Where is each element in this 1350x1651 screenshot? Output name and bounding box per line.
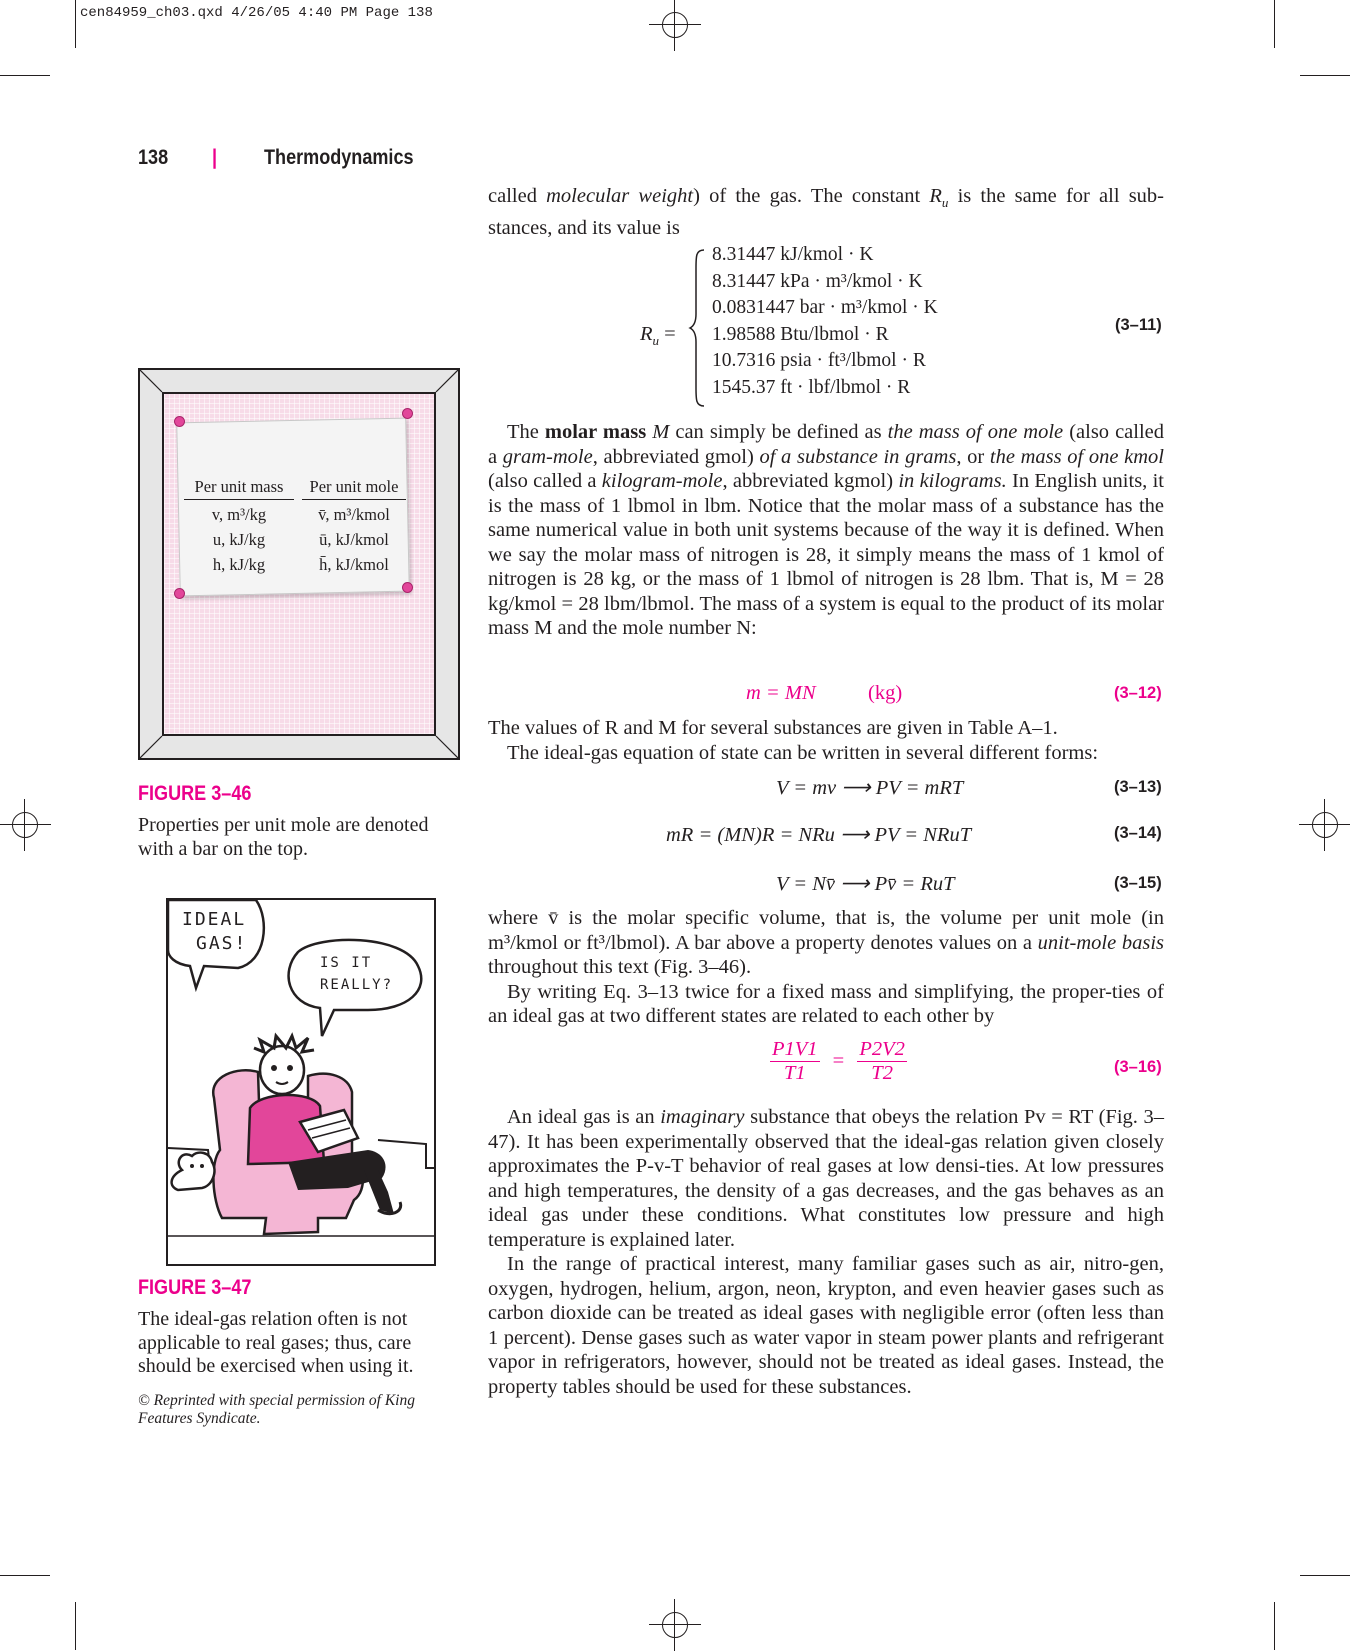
figure-3-47-cartoon: IDEAL GAS! IS IT REALLY?	[166, 898, 436, 1266]
eq-3-12-number: (3–12)	[1114, 684, 1162, 702]
eq-3-13: V = mv ⟶ PV = mRT	[776, 777, 964, 799]
paragraph-6: An ideal gas is an imaginary substance t…	[488, 1106, 1164, 1398]
paragraph-2: The values of R and M for several substa…	[488, 717, 1099, 764]
eq-3-16: P1V1 T1 = P2V2 T2	[770, 1038, 907, 1084]
table-cell: h, kJ/kg	[212, 555, 266, 574]
eq-3-15: V = Nv̄ ⟶ Pv̄ = RuT	[776, 873, 955, 895]
eq-3-13-number: (3–13)	[1114, 778, 1162, 796]
registration-mark	[1299, 799, 1350, 851]
push-pin-icon	[174, 588, 185, 599]
crop-mark	[1274, 0, 1275, 48]
figure-47-caption: The ideal-gas relation often is not appl…	[138, 1308, 414, 1377]
crop-mark	[75, 1602, 76, 1650]
table-cell: h̄, kJ/kmol	[319, 555, 389, 574]
eq-3-11-lhs: Ru =	[640, 323, 676, 349]
figure-46-caption: Properties per unit mole are denoted wit…	[138, 814, 429, 860]
eq-3-14: mR = (MN)R = NRu ⟶ PV = NRuT	[666, 824, 972, 846]
push-pin-icon	[402, 582, 413, 593]
push-pin-icon	[402, 408, 413, 419]
registration-mark	[0, 799, 51, 851]
paragraph-1: The molar mass M can simply be defined a…	[488, 421, 1165, 639]
table-cell: v, m³/kg	[211, 505, 267, 524]
eq-3-11-values: 8.31447 kJ/kmol · K 8.31447 kPa · m³/kmo…	[712, 244, 938, 398]
crop-mark	[75, 0, 76, 48]
page-number: 138	[138, 146, 169, 169]
crop-mark	[1300, 1575, 1350, 1576]
slug-line: cen84959_ch03.qxd 4/26/05 4:40 PM Page 1…	[80, 5, 433, 21]
registration-mark	[649, 0, 701, 51]
eq-3-12: m = MN	[746, 682, 816, 704]
header-separator: |	[212, 146, 218, 169]
crop-mark	[0, 1575, 50, 1576]
table-cell: v̄, m³/kmol	[318, 505, 390, 524]
paragraph-4: where v̄ is the molar specific volume, t…	[488, 907, 1164, 1027]
col-header-mole: Per unit mole	[302, 474, 406, 500]
bubble-ideal-gas: IDEAL GAS!	[182, 909, 248, 954]
crop-mark	[0, 75, 50, 76]
curly-brace	[688, 249, 705, 407]
figure-47-label: FIGURE 3–47	[138, 1276, 252, 1299]
eq-3-14-number: (3–14)	[1114, 824, 1162, 842]
registration-mark	[649, 1599, 701, 1651]
eq-3-15-number: (3–15)	[1114, 874, 1162, 892]
paragraph-0: called molecular weight) of the gas. The…	[488, 185, 1164, 239]
table-cell: ū, kJ/kmol	[319, 530, 389, 549]
eq-3-16-number: (3–16)	[1114, 1058, 1162, 1076]
figure-47-credit: © Reprinted with special permission of K…	[138, 1392, 415, 1427]
table-cell: u, kJ/kg	[212, 530, 266, 549]
crop-mark	[1274, 1602, 1275, 1650]
book-title: Thermodynamics	[264, 146, 414, 169]
col-header-mass: Per unit mass	[184, 474, 294, 500]
crop-mark	[1300, 75, 1350, 76]
figure-46-label: FIGURE 3–46	[138, 782, 252, 805]
push-pin-icon	[174, 416, 185, 427]
eq-3-12-unit: (kg)	[868, 682, 903, 704]
bubble-is-it-really: IS IT REALLY?	[320, 955, 394, 993]
eq-3-11-number: (3–11)	[1115, 316, 1162, 334]
